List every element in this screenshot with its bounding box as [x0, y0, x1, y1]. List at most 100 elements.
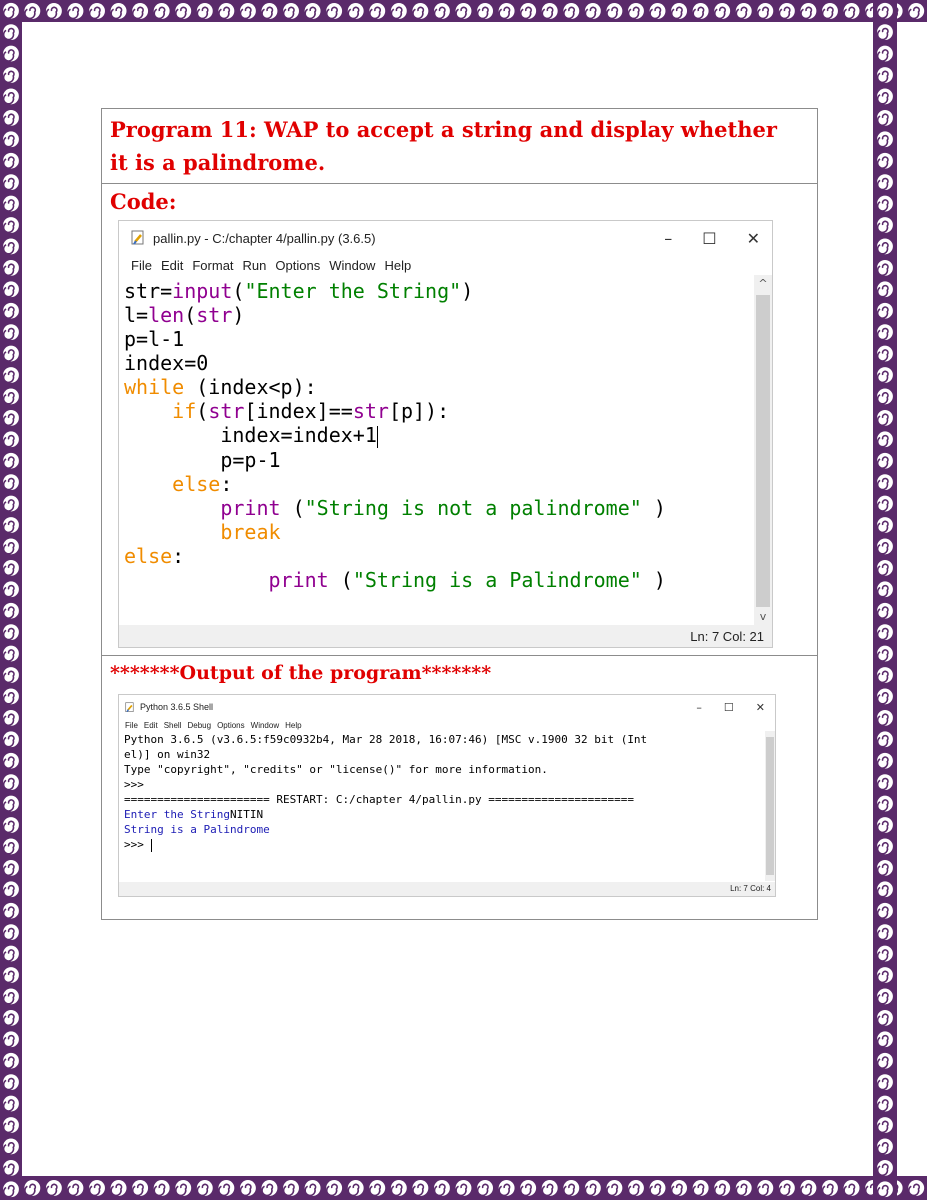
spiral-border-icon	[798, 0, 819, 22]
spiral-border-icon	[367, 1177, 388, 1199]
code-token: "String is a Palindrome"	[352, 567, 642, 592]
code-token: Type "copyright", "credits" or "license(…	[124, 763, 548, 776]
spiral-border-icon	[874, 472, 896, 493]
menu-item-edit[interactable]: Edit	[144, 721, 158, 730]
spiral-border-icon	[65, 1177, 86, 1199]
spiral-border-icon	[0, 622, 22, 643]
spiral-border-icon	[0, 343, 22, 364]
spiral-border-icon	[874, 214, 896, 236]
code-token: str	[208, 399, 245, 423]
shell-text-area[interactable]: Python 3.6.5 (v3.6.5:f59c0932b4, Mar 28 …	[119, 732, 765, 882]
scroll-down-icon[interactable]: v	[754, 610, 772, 623]
menu-item-shell[interactable]: Shell	[164, 721, 182, 730]
menu-item-format[interactable]: Format	[192, 258, 233, 273]
spiral-border-icon	[216, 1177, 237, 1199]
menu-item-file[interactable]: File	[131, 258, 152, 273]
code-token: input	[172, 279, 233, 303]
menu-item-options[interactable]: Options	[275, 258, 320, 273]
spiral-border-icon	[0, 943, 22, 964]
menu-item-debug[interactable]: Debug	[187, 721, 211, 730]
spiral-border-icon	[22, 1177, 43, 1199]
spiral-border-icon	[0, 1029, 22, 1050]
spiral-border-icon	[874, 129, 896, 150]
menu-item-edit[interactable]: Edit	[161, 258, 183, 273]
spiral-border-icon	[0, 793, 22, 814]
spiral-border-icon	[874, 257, 896, 278]
code-token: str	[196, 303, 233, 327]
spiral-border-icon	[874, 707, 896, 728]
spiral-border-icon	[410, 1177, 431, 1199]
code-token: ====================== RESTART: C:/chapt…	[124, 793, 634, 806]
spiral-border-icon	[874, 879, 896, 900]
code-token: break	[220, 519, 281, 544]
spiral-border-icon	[874, 814, 896, 836]
code-token: :	[220, 471, 233, 496]
spiral-border-icon	[0, 836, 22, 857]
menu-item-file[interactable]: File	[125, 721, 138, 730]
spiral-border-icon	[0, 879, 22, 900]
scroll-up-icon[interactable]: ^	[754, 277, 772, 290]
code-line: p=l-1	[124, 327, 756, 351]
code-line: index=index+1	[124, 423, 756, 448]
spiral-border-icon	[65, 0, 86, 22]
spiral-border-icon	[431, 1177, 453, 1199]
editor-scrollbar[interactable]: ^ v	[754, 275, 772, 625]
spiral-border-icon	[216, 0, 237, 22]
shell-scrollbar[interactable]	[765, 731, 775, 881]
idle-editor-window: pallin.py - C:/chapter 4/pallin.py (3.6.…	[118, 220, 773, 648]
code-line: ====================== RESTART: C:/chapt…	[124, 792, 765, 807]
menu-item-window[interactable]: Window	[251, 721, 279, 730]
spiral-border-icon	[874, 964, 896, 986]
editor-code-area[interactable]: str=input("Enter the String") l=len(str) p…	[119, 279, 756, 625]
spiral-border-icon	[874, 986, 896, 1007]
minimize-icon[interactable]: –	[696, 701, 702, 714]
spiral-border-icon	[280, 1177, 302, 1199]
spiral-border-icon	[874, 493, 896, 514]
spiral-border-icon	[733, 0, 754, 22]
menu-item-options[interactable]: Options	[217, 721, 245, 730]
spiral-border-icon	[0, 364, 22, 386]
spiral-border-icon	[874, 943, 896, 964]
menu-item-help[interactable]: Help	[285, 721, 301, 730]
spiral-border-icon	[302, 1177, 323, 1199]
code-line: String is a Palindrome	[124, 822, 765, 837]
spiral-border-icon	[0, 386, 22, 407]
code-token: len	[148, 303, 185, 327]
minimize-icon[interactable]: –	[664, 229, 672, 248]
spiral-border-icon	[874, 643, 896, 664]
spiral-border-icon	[874, 193, 896, 214]
text-cursor	[376, 425, 378, 448]
menu-item-window[interactable]: Window	[329, 258, 375, 273]
idle-shell-window: Python 3.6.5 Shell – ☐ ✕ File Edit Shell De…	[118, 694, 776, 897]
code-token: )	[232, 303, 245, 327]
spiral-border-icon	[874, 1072, 896, 1093]
menu-item-run[interactable]: Run	[243, 258, 267, 273]
editor-menubar: File Edit Format Run Options Window Help	[119, 255, 772, 275]
spiral-border-icon	[906, 1177, 927, 1199]
spiral-border-icon	[0, 322, 22, 343]
spiral-border-icon	[874, 322, 896, 343]
close-icon[interactable]: ✕	[747, 229, 760, 248]
code-line: if(str[index]==str[p]):	[124, 399, 756, 423]
close-icon[interactable]: ✕	[756, 701, 765, 714]
code-line: >>>	[124, 777, 765, 792]
scroll-thumb[interactable]	[766, 737, 774, 875]
scroll-thumb[interactable]	[756, 295, 770, 607]
spiral-border-icon	[0, 407, 22, 428]
maximize-icon[interactable]: ☐	[724, 701, 734, 714]
spiral-border-icon	[874, 729, 896, 750]
code-token: )	[641, 567, 666, 592]
spiral-border-icon	[259, 0, 280, 22]
spiral-border-icon	[755, 1177, 776, 1199]
spiral-border-icon	[496, 0, 517, 22]
spiral-border-icon	[0, 1114, 22, 1136]
code-token: if	[172, 399, 197, 423]
code-line: else:	[124, 544, 756, 568]
maximize-icon[interactable]: ☐	[702, 229, 716, 248]
menu-item-help[interactable]: Help	[384, 258, 411, 273]
table-divider	[102, 655, 817, 656]
spiral-border-icon	[367, 0, 388, 22]
spiral-border-icon	[0, 1072, 22, 1093]
code-token: >>>	[124, 778, 144, 791]
